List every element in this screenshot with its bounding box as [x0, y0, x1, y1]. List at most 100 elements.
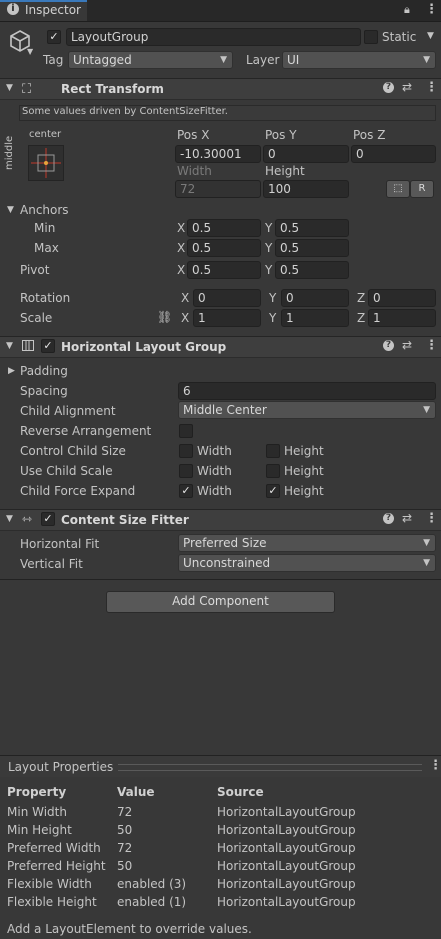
posx-label: Pos X	[177, 128, 210, 142]
max-x-field[interactable]: 0.5	[187, 239, 261, 257]
gameobject-name-field[interactable]: LayoutGroup	[66, 28, 361, 46]
foldout-arrow-icon[interactable]: ▼	[6, 514, 13, 524]
help-icon[interactable]: ?	[383, 513, 394, 524]
active-checkbox[interactable]: ✓	[47, 30, 61, 44]
scale-y-field[interactable]: 1	[281, 309, 349, 327]
static-dropdown-arrow-icon[interactable]: ▼	[427, 31, 434, 41]
raw-edit-button[interactable]: R	[410, 180, 434, 198]
divider	[0, 579, 441, 580]
child-force-expand-label: Child Force Expand	[20, 484, 136, 498]
padding-foldout-icon[interactable]: ▶	[8, 366, 15, 376]
horizontal-fit-dropdown[interactable]: Preferred Size ▼	[178, 534, 436, 552]
min-x-letter[interactable]: X	[177, 221, 185, 235]
posx-field[interactable]: -10.30001	[175, 145, 261, 163]
scale-label: Scale	[20, 311, 53, 325]
preset-sliders-icon[interactable]: ⇄	[402, 80, 412, 94]
hlg-title: Horizontal Layout Group	[61, 340, 227, 354]
icon-dropdown-arrow-icon[interactable]: ▼	[27, 47, 33, 56]
rot-y-field[interactable]: 0	[281, 289, 349, 307]
scale-x-letter[interactable]: X	[181, 311, 189, 325]
foldout-arrow-icon[interactable]: ▼	[6, 83, 13, 93]
component-menu-icon[interactable]: ⋮	[425, 80, 438, 95]
static-checkbox[interactable]	[364, 30, 378, 44]
child-alignment-dropdown[interactable]: Middle Center ▼	[178, 401, 436, 419]
table-row-source: HorizontalLayoutGroup	[217, 877, 356, 891]
max-y-field[interactable]: 0.5	[275, 239, 349, 257]
scale-height-label: Height	[284, 464, 324, 478]
table-row-source: HorizontalLayoutGroup	[217, 895, 356, 909]
add-component-button[interactable]: Add Component	[106, 591, 335, 613]
preset-sliders-icon[interactable]: ⇄	[402, 511, 412, 525]
anchors-foldout-icon[interactable]: ▼	[7, 205, 14, 215]
control-height-label: Height	[284, 444, 324, 458]
max-x-letter[interactable]: X	[177, 241, 185, 255]
rot-y-letter[interactable]: Y	[269, 291, 276, 305]
pivot-x-letter[interactable]: X	[177, 263, 185, 277]
csf-enabled-checkbox[interactable]: ✓	[41, 512, 55, 526]
pivot-y-letter[interactable]: Y	[265, 263, 272, 277]
help-icon[interactable]: ?	[383, 82, 394, 93]
layer-dropdown[interactable]: UI ▼	[282, 51, 436, 69]
scale-y-letter[interactable]: Y	[269, 311, 276, 325]
layout-properties-menu-icon[interactable]: ⋮	[429, 758, 441, 773]
anchor-preset-button[interactable]	[28, 145, 64, 181]
scale-x-field[interactable]: 1	[193, 309, 261, 327]
min-y-field[interactable]: 0.5	[275, 219, 349, 237]
rot-z-letter[interactable]: Z	[357, 291, 365, 305]
rect-transform-title: Rect Transform	[61, 82, 164, 96]
min-x-field[interactable]: 0.5	[187, 219, 261, 237]
csf-title: Content Size Fitter	[61, 513, 189, 527]
height-field[interactable]: 100	[263, 180, 349, 198]
constrain-proportions-link-icon[interactable]: ⛓	[157, 310, 172, 324]
tag-value: Untagged	[73, 53, 132, 67]
tab-inspector-label: Inspector	[25, 3, 81, 17]
rot-z-field[interactable]: 0	[368, 289, 436, 307]
posy-field[interactable]: 0	[263, 145, 349, 163]
expand-height-checkbox[interactable]: ✓	[266, 484, 280, 498]
drag-handle[interactable]	[118, 764, 422, 771]
table-row-value: enabled (3)	[117, 877, 187, 891]
lock-icon[interactable]: 🔒︎	[404, 3, 410, 17]
rot-x-letter[interactable]: X	[181, 291, 189, 305]
tag-dropdown[interactable]: Untagged ▼	[68, 51, 233, 69]
help-icon[interactable]: ?	[383, 340, 394, 351]
chevron-down-icon: ▼	[220, 55, 227, 65]
expand-width-checkbox[interactable]: ✓	[179, 484, 193, 498]
reverse-arrangement-checkbox[interactable]	[179, 424, 193, 438]
control-height-checkbox[interactable]	[266, 444, 280, 458]
chevron-down-icon: ▼	[423, 538, 430, 548]
kebab-menu-icon[interactable]: ⋮	[425, 2, 438, 17]
rot-x-field[interactable]: 0	[193, 289, 261, 307]
scale-z-letter[interactable]: Z	[357, 311, 365, 325]
scale-width-checkbox[interactable]	[179, 464, 193, 478]
pivot-y-field[interactable]: 0.5	[275, 261, 349, 279]
table-row-property: Preferred Height	[7, 859, 106, 873]
vertical-fit-value: Unconstrained	[183, 556, 271, 570]
table-row-value: 72	[117, 841, 133, 855]
component-menu-icon[interactable]: ⋮	[425, 511, 438, 526]
pivot-x-field[interactable]: 0.5	[187, 261, 261, 279]
column-header-value: Value	[117, 785, 155, 799]
tag-label: Tag	[43, 53, 64, 67]
posz-label: Pos Z	[353, 128, 386, 142]
anchor-v-label: middle	[4, 135, 15, 170]
spacing-field[interactable]: 6	[178, 382, 436, 400]
hlg-enabled-checkbox[interactable]: ✓	[41, 339, 55, 353]
control-width-checkbox[interactable]	[179, 444, 193, 458]
table-row-source: HorizontalLayoutGroup	[217, 841, 356, 855]
min-y-letter[interactable]: Y	[265, 221, 272, 235]
posz-field[interactable]: 0	[351, 145, 436, 163]
scale-height-checkbox[interactable]	[266, 464, 280, 478]
scale-width-label: Width	[197, 464, 232, 478]
max-y-letter[interactable]: Y	[265, 241, 272, 255]
foldout-arrow-icon[interactable]: ▼	[6, 341, 13, 351]
blueprint-mode-button[interactable]: ⬚	[386, 180, 410, 198]
rect-transform-icon: ⛶	[22, 82, 32, 97]
padding-label[interactable]: Padding	[20, 364, 68, 378]
table-row-property: Flexible Width	[7, 877, 92, 891]
scale-z-field[interactable]: 1	[368, 309, 436, 327]
vertical-fit-dropdown[interactable]: Unconstrained ▼	[178, 554, 436, 572]
component-menu-icon[interactable]: ⋮	[425, 338, 438, 353]
reverse-arrangement-label: Reverse Arrangement	[20, 424, 152, 438]
preset-sliders-icon[interactable]: ⇄	[402, 338, 412, 352]
